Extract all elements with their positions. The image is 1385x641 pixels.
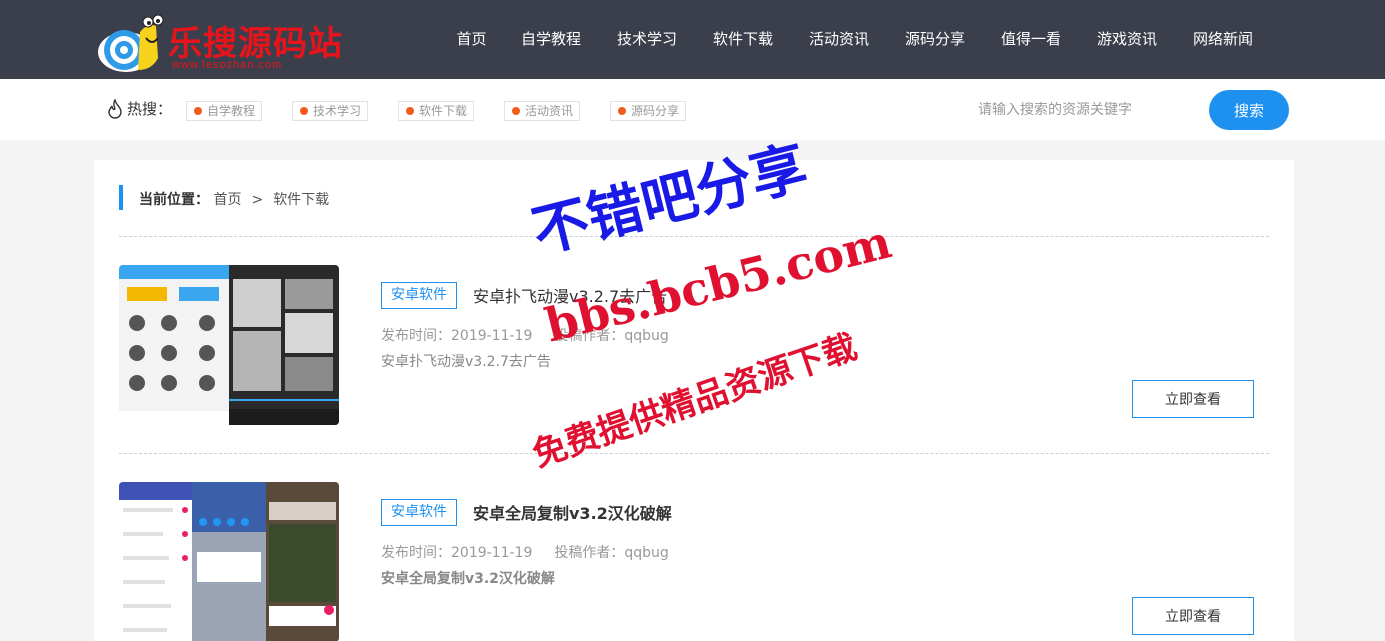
app-screenshot-image bbox=[119, 482, 339, 641]
hot-dot-icon bbox=[406, 107, 414, 115]
category-tag[interactable]: 安卓软件 bbox=[381, 282, 457, 309]
hot-tag[interactable]: 自学教程 bbox=[186, 101, 263, 121]
hot-tag-label: 自学教程 bbox=[207, 104, 256, 118]
view-now-button[interactable]: 立即查看 bbox=[1132, 597, 1254, 635]
nav-item[interactable]: 技术学习 bbox=[599, 0, 695, 79]
item-title-link[interactable]: 安卓全局复制v3.2汉化破解 bbox=[473, 500, 672, 524]
hot-tag[interactable]: 技术学习 bbox=[292, 101, 369, 121]
item-title-link[interactable]: 安卓扑飞动漫v3.2.7去广告 bbox=[473, 283, 667, 307]
hot-tag-label: 源码分享 bbox=[631, 104, 680, 118]
divider bbox=[119, 453, 1269, 454]
nav-item[interactable]: 活动资讯 bbox=[791, 0, 887, 79]
list-item: 安卓软件 安卓全局复制v3.2汉化破解 发布时间：2019-11-19 投稿作者：… bbox=[119, 482, 1269, 641]
nav-item[interactable]: 自学教程 bbox=[503, 0, 599, 79]
hot-tag[interactable]: 活动资讯 bbox=[504, 101, 581, 121]
publish-date: 发布时间：2019-11-19 bbox=[381, 545, 533, 561]
breadcrumb-home-link[interactable]: 首页 bbox=[213, 192, 241, 208]
item-meta: 发布时间：2019-11-19 投稿作者：qqbug bbox=[381, 325, 669, 345]
hot-tag[interactable]: 源码分享 bbox=[610, 101, 687, 121]
view-now-button[interactable]: 立即查看 bbox=[1132, 380, 1254, 418]
hot-tag-label: 技术学习 bbox=[313, 104, 362, 118]
logo-url: www.lesozhan.com bbox=[172, 59, 283, 71]
app-screenshot-image bbox=[119, 265, 339, 425]
hot-tag-label: 活动资讯 bbox=[525, 104, 574, 118]
item-description: 安卓扑飞动漫v3.2.7去广告 bbox=[381, 354, 551, 370]
nav-item[interactable]: 游戏资讯 bbox=[1079, 0, 1175, 79]
hot-search-label: 热搜： bbox=[127, 100, 173, 118]
author: 投稿作者：qqbug bbox=[554, 328, 669, 344]
category-tag[interactable]: 安卓软件 bbox=[381, 499, 457, 526]
divider bbox=[119, 236, 1269, 237]
nav-item[interactable]: 首页 bbox=[440, 0, 503, 79]
item-description: 安卓全局复制v3.2汉化破解 bbox=[381, 571, 555, 587]
site-logo[interactable]: 乐搜源码站 www.lesozhan.com bbox=[96, 12, 343, 74]
item-thumbnail[interactable] bbox=[119, 482, 339, 641]
content-panel: 当前位置： 首页 > 软件下载 安卓软件 安卓扑飞动漫v3.2.7去广告 发布时… bbox=[94, 160, 1294, 641]
search-input[interactable] bbox=[978, 97, 1198, 123]
hot-dot-icon bbox=[512, 107, 520, 115]
item-meta: 发布时间：2019-11-19 投稿作者：qqbug bbox=[381, 542, 669, 562]
list-item: 安卓软件 安卓扑飞动漫v3.2.7去广告 发布时间：2019-11-19 投稿作者… bbox=[119, 265, 1269, 425]
nav-item[interactable]: 值得一看 bbox=[983, 0, 1079, 79]
item-thumbnail[interactable] bbox=[119, 265, 339, 425]
hot-dot-icon bbox=[300, 107, 308, 115]
nav-item[interactable]: 网络新闻 bbox=[1175, 0, 1271, 79]
hot-dot-icon bbox=[194, 107, 202, 115]
breadcrumb-separator: > bbox=[251, 192, 264, 208]
publish-date: 发布时间：2019-11-19 bbox=[381, 328, 533, 344]
hot-dot-icon bbox=[618, 107, 626, 115]
logo-text: 乐搜源码站 bbox=[168, 24, 343, 64]
nav-item[interactable]: 源码分享 bbox=[887, 0, 983, 79]
hot-tag[interactable]: 软件下载 bbox=[398, 101, 475, 121]
search-button[interactable]: 搜索 bbox=[1209, 90, 1289, 130]
flame-icon bbox=[108, 99, 122, 119]
breadcrumb-label: 当前位置： bbox=[139, 192, 209, 208]
breadcrumb: 当前位置： 首页 > 软件下载 bbox=[139, 189, 329, 209]
hot-search-bar: 热搜： 自学教程 技术学习 软件下载 活动资讯 源码分享 搜索 bbox=[0, 79, 1385, 140]
breadcrumb-current: 软件下载 bbox=[273, 192, 330, 208]
author: 投稿作者：qqbug bbox=[554, 545, 669, 561]
breadcrumb-accent bbox=[119, 185, 123, 210]
site-header: 乐搜源码站 www.lesozhan.com 首页 自学教程 技术学习 软件下载 活动资… bbox=[0, 0, 1385, 79]
nav-item[interactable]: 软件下载 bbox=[695, 0, 791, 79]
main-nav: 首页 自学教程 技术学习 软件下载 活动资讯 源码分享 值得一看 游戏资讯 网络新闻 bbox=[440, 0, 1271, 79]
hot-tag-label: 软件下载 bbox=[419, 104, 468, 118]
snail-logo-icon bbox=[98, 14, 164, 72]
